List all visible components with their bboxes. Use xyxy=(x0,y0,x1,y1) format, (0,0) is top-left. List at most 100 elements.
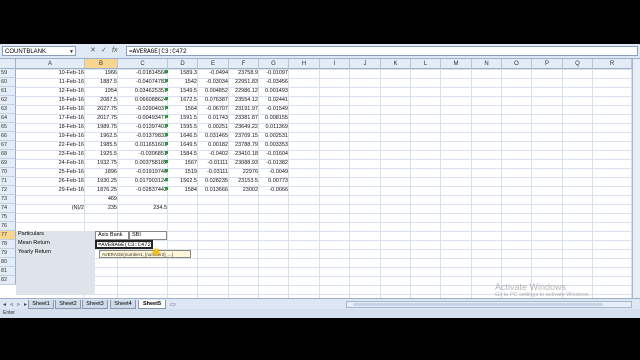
cell-c[interactable]: -0.01397403 xyxy=(118,123,168,132)
row-header[interactable]: 81 xyxy=(0,267,16,276)
cell-date[interactable]: 22-Feb-16 xyxy=(16,141,85,150)
column-header-k[interactable]: K xyxy=(381,59,411,69)
cell-b[interactable]: 1925.5 xyxy=(85,150,118,159)
cell-e[interactable]: -0.03034 xyxy=(198,78,229,87)
first-sheet-icon[interactable]: ◂ xyxy=(3,301,6,308)
cell-g[interactable]: -0.03456 xyxy=(259,78,289,87)
horizontal-scrollbar[interactable] xyxy=(346,301,632,308)
cell-date[interactable]: 19-Feb-16 xyxy=(16,132,85,141)
cell-f[interactable]: 23153.5 xyxy=(229,177,259,186)
cell-g[interactable]: -0.0066 xyxy=(259,186,289,195)
row-header[interactable]: 78 xyxy=(0,240,16,249)
cell-d[interactable]: 1564 xyxy=(168,105,198,114)
cell-g[interactable]: 0.001493 xyxy=(259,87,289,96)
cell-date[interactable]: 24-Feb-16 xyxy=(16,159,85,168)
row-header[interactable]: 66 xyxy=(0,132,16,141)
cell-d[interactable]: 1595.5 xyxy=(168,123,198,132)
cell-e[interactable]: 0.031465 xyxy=(198,132,229,141)
cell-g[interactable]: 0.002531 xyxy=(259,132,289,141)
cell-f[interactable]: 23554.12 xyxy=(229,96,259,105)
cell-f[interactable] xyxy=(229,204,259,213)
insert-sheet-icon[interactable]: ▭ xyxy=(170,301,176,308)
cell-g[interactable]: -0.01549 xyxy=(259,105,289,114)
cell-c[interactable]: 0.011651601 xyxy=(118,141,168,150)
cell-b[interactable]: 2027.75 xyxy=(85,105,118,114)
cell-g[interactable]: -0.0049 xyxy=(259,168,289,177)
cell-c[interactable]: 0.017903124 xyxy=(118,177,168,186)
cell-b[interactable]: 1966 xyxy=(85,69,118,78)
cell-b[interactable]: 1930.25 xyxy=(85,177,118,186)
cell-e[interactable]: 0.004852 xyxy=(198,87,229,96)
cell-b[interactable]: 1896 xyxy=(85,168,118,177)
cell-d[interactable]: 1584.5 xyxy=(168,150,198,159)
cell-e[interactable]: -0.0494 xyxy=(198,69,229,78)
row-header[interactable]: 77 xyxy=(0,231,16,240)
cell-e[interactable]: -0.01111 xyxy=(198,159,229,168)
cell-g[interactable]: 0.00773 xyxy=(259,177,289,186)
row-header[interactable]: 69 xyxy=(0,159,16,168)
chevron-down-icon[interactable]: ▼ xyxy=(69,47,74,57)
cell-g[interactable]: -0.01382 xyxy=(259,159,289,168)
cancel-icon[interactable]: ✕ xyxy=(90,46,96,56)
cell-d[interactable]: 1646.5 xyxy=(168,132,198,141)
cell-b[interactable]: 235 xyxy=(85,204,118,213)
column-header-a[interactable]: A xyxy=(16,59,85,69)
cell-d[interactable] xyxy=(168,195,198,204)
cell-f[interactable]: 22976 xyxy=(229,168,259,177)
cell-e[interactable]: 0.076387 xyxy=(198,96,229,105)
cell-c[interactable]: 234.5 xyxy=(118,204,168,213)
tab-sheet5[interactable]: Sheet5 xyxy=(138,300,166,309)
column-header-l[interactable]: L xyxy=(411,59,441,69)
fx-icon[interactable]: fx xyxy=(112,46,117,56)
cell-g[interactable]: -0.01097 xyxy=(259,69,289,78)
formula-input[interactable]: =AVERAGE(C3:C472 xyxy=(126,46,638,56)
enter-icon[interactable]: ✓ xyxy=(101,46,107,56)
column-header-p[interactable]: P xyxy=(532,59,563,69)
column-header-d[interactable]: D xyxy=(168,59,198,69)
cell-date[interactable]: 29-Feb-16 xyxy=(16,186,85,195)
cell-b[interactable]: 469 xyxy=(85,195,118,204)
cell-date[interactable]: 16-Feb-16 xyxy=(16,105,85,114)
cell-e[interactable]: 0.013666 xyxy=(198,186,229,195)
row-header[interactable]: 79 xyxy=(0,249,16,258)
cell-c[interactable]: 0.066088624 xyxy=(118,96,168,105)
row-header[interactable]: 71 xyxy=(0,177,16,186)
cell-b[interactable]: 1989.75 xyxy=(85,123,118,132)
cell-c[interactable] xyxy=(118,213,168,222)
cell-d[interactable] xyxy=(168,213,198,222)
cell-b[interactable]: 1932.75 xyxy=(85,159,118,168)
cell-date[interactable]: 25-Feb-16 xyxy=(16,168,85,177)
cell-f[interactable]: 23381.87 xyxy=(229,114,259,123)
row-header[interactable]: 63 xyxy=(0,105,16,114)
column-header-o[interactable]: O xyxy=(502,59,532,69)
row-header[interactable]: 76 xyxy=(0,222,16,231)
cell-b[interactable]: 1962.5 xyxy=(85,132,118,141)
row-header[interactable]: 75 xyxy=(0,213,16,222)
cell-d[interactable]: 1562.5 xyxy=(168,177,198,186)
column-header-g[interactable]: G xyxy=(259,59,289,69)
cell-g[interactable]: 0.003353 xyxy=(259,141,289,150)
column-header-e[interactable]: E xyxy=(198,59,229,69)
vertical-scrollbar[interactable] xyxy=(632,59,640,298)
cell-e[interactable]: -0.03111 xyxy=(198,168,229,177)
cell-f[interactable]: 23788.79 xyxy=(229,141,259,150)
cell-f[interactable]: 23709.15 xyxy=(229,132,259,141)
tab-sheet3[interactable]: Sheet3 xyxy=(82,300,108,309)
cell-f[interactable] xyxy=(229,213,259,222)
cell-date[interactable] xyxy=(16,195,85,204)
cell-f[interactable]: 23002 xyxy=(229,186,259,195)
cell-f[interactable]: 23410.18 xyxy=(229,150,259,159)
cell-f[interactable]: 23758.9 xyxy=(229,69,259,78)
row-header[interactable]: 72 xyxy=(0,186,16,195)
cell-c[interactable]: 0.003758185 xyxy=(118,159,168,168)
cell-c[interactable]: 0.034625351 xyxy=(118,87,168,96)
row-header[interactable]: 82 xyxy=(0,276,16,285)
cell-f[interactable]: 23191.97 xyxy=(229,105,259,114)
column-header-f[interactable]: F xyxy=(229,59,259,69)
cell-e[interactable]: 0.00251 xyxy=(198,123,229,132)
cell-c[interactable]: -0.02837442 xyxy=(118,186,168,195)
tab-sheet2[interactable]: Sheet2 xyxy=(55,300,81,309)
column-header-j[interactable]: J xyxy=(350,59,381,69)
select-all-corner[interactable] xyxy=(0,59,16,69)
cell-f[interactable]: 22951.83 xyxy=(229,78,259,87)
